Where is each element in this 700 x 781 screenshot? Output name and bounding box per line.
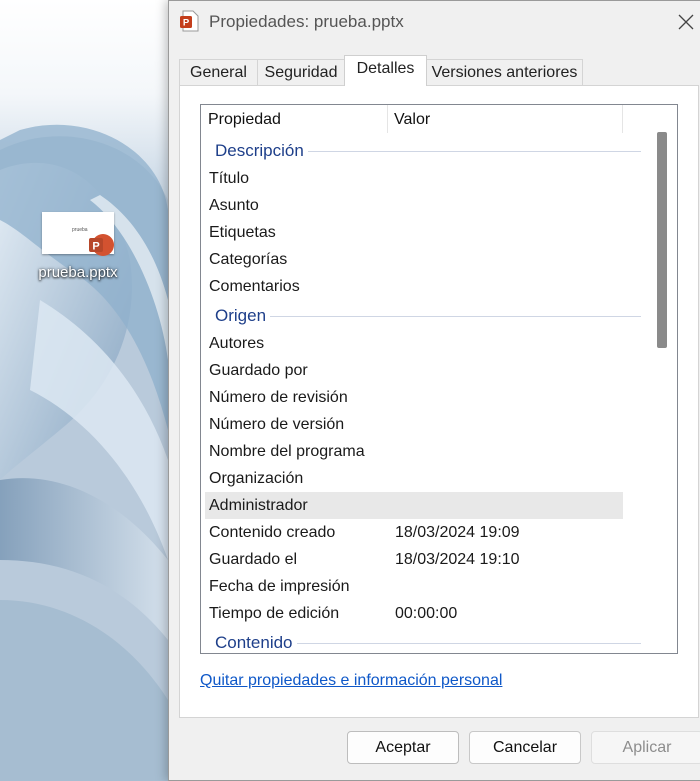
group-label: Descripción [215, 141, 308, 161]
property-name: Organización [209, 470, 304, 487]
tab-security[interactable]: Seguridad [257, 59, 345, 86]
tab-previous-versions[interactable]: Versiones anteriores [426, 59, 583, 86]
property-row[interactable]: Número de revisión [201, 384, 641, 411]
svg-text:P: P [183, 18, 190, 29]
property-row[interactable]: Título [201, 165, 641, 192]
property-row[interactable]: Asunto [201, 192, 641, 219]
tab-label: Versiones anteriores [431, 64, 578, 81]
scrollbar[interactable] [657, 105, 677, 653]
property-name: Número de revisión [209, 389, 348, 406]
property-row[interactable]: Administrador [201, 492, 641, 519]
property-row[interactable]: Contenido creado 18/03/2024 19:09 [201, 519, 641, 546]
property-row[interactable]: Guardado por [201, 357, 641, 384]
column-divider[interactable] [622, 105, 623, 133]
tab-details[interactable]: Detalles [344, 55, 427, 86]
property-row[interactable]: Fecha de impresión [201, 573, 641, 600]
property-name: Comentarios [209, 278, 300, 295]
remove-properties-link[interactable]: Quitar propiedades e información persona… [200, 672, 502, 690]
group-header: Origen [201, 300, 641, 330]
property-row[interactable]: Tiempo de edición 00:00:00 [201, 600, 641, 627]
property-name: Número de versión [209, 416, 345, 433]
property-row[interactable]: Categorías [201, 246, 641, 273]
property-value[interactable]: 18/03/2024 19:10 [395, 551, 520, 569]
properties-dialog: P Propiedades: prueba.pptx General Segur… [168, 0, 700, 781]
file-icon-label: prueba.pptx [38, 264, 118, 281]
tab-label: General [190, 64, 247, 81]
desktop-file-prueba[interactable]: prueba P prueba.pptx [22, 212, 134, 281]
group-label: Contenido [215, 633, 297, 653]
tab-label: Seguridad [264, 64, 338, 81]
title-bar[interactable]: P Propiedades: prueba.pptx [169, 1, 700, 43]
tab-label: Detalles [356, 60, 415, 77]
property-rows: Descripción Título Asunto Etiquetas Categorí… [201, 135, 641, 653]
column-divider[interactable] [387, 105, 388, 133]
group-label: Origen [215, 306, 271, 326]
property-row[interactable]: Autores [201, 330, 641, 357]
property-row[interactable]: Organización [201, 465, 641, 492]
property-name: Asunto [209, 197, 259, 214]
property-name: Etiquetas [209, 224, 276, 241]
property-name: Tiempo de edición [209, 605, 340, 622]
property-name: Guardado por [209, 362, 308, 379]
close-icon [678, 14, 694, 30]
ok-button[interactable]: Aceptar [347, 731, 459, 764]
file-thumbnail: prueba P [42, 212, 114, 256]
property-name: Administrador [209, 497, 308, 514]
property-name: Nombre del programa [209, 443, 365, 460]
property-name: Título [209, 170, 250, 187]
property-row[interactable]: Número de versión [201, 411, 641, 438]
close-button[interactable] [669, 7, 700, 37]
cancel-button[interactable]: Cancelar [469, 731, 581, 764]
property-name: Categorías [209, 251, 288, 268]
apply-button[interactable]: Aplicar [591, 731, 700, 764]
scroll-thumb[interactable] [657, 132, 667, 348]
details-panel: Propiedad Valor Descripción Título Asunto E… [179, 85, 699, 718]
property-name: Autores [209, 335, 265, 352]
property-row[interactable]: Guardado el 18/03/2024 19:10 [201, 546, 641, 573]
powerpoint-file-icon: P [180, 10, 199, 32]
property-name: Fecha de impresión [209, 578, 350, 595]
column-property[interactable]: Propiedad [208, 111, 281, 129]
property-name: Guardado el [209, 551, 298, 568]
property-row[interactable]: Etiquetas [201, 219, 641, 246]
property-row[interactable]: Comentarios [201, 273, 641, 300]
property-value[interactable]: 00:00:00 [395, 605, 457, 623]
dialog-title: Propiedades: prueba.pptx [209, 12, 404, 31]
thumbnail-text: prueba [72, 227, 88, 233]
properties-list[interactable]: Propiedad Valor Descripción Título Asunto E… [200, 104, 678, 654]
group-divider [215, 316, 641, 317]
powerpoint-badge-icon: P [89, 234, 114, 256]
badge-letter: P [92, 241, 99, 253]
property-row[interactable]: Nombre del programa [201, 438, 641, 465]
tab-general[interactable]: General [179, 59, 258, 86]
property-value[interactable]: 18/03/2024 19:09 [395, 524, 520, 542]
column-value[interactable]: Valor [394, 111, 430, 129]
group-header: Descripción [201, 135, 641, 165]
property-name: Contenido creado [209, 524, 336, 541]
group-header: Contenido [201, 627, 641, 653]
column-header: Propiedad Valor [201, 105, 624, 135]
